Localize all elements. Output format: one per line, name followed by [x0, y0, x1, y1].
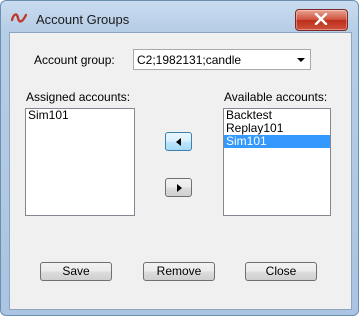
account-group-value: C2;1982131;candle — [137, 53, 242, 67]
remove-button[interactable]: Remove — [143, 262, 215, 281]
available-accounts-list[interactable]: Backtest Replay101 Sim101 — [223, 108, 331, 216]
move-to-available-button[interactable] — [165, 178, 192, 197]
account-groups-dialog: Account Groups Account group: C2;1982131… — [0, 0, 359, 316]
title-bar[interactable]: Account Groups — [1, 1, 358, 31]
window-title: Account Groups — [36, 12, 130, 27]
list-item[interactable]: Sim101 — [26, 109, 134, 122]
dialog-content: Account group: C2;1982131;candle Assigne… — [9, 32, 352, 310]
account-group-select[interactable]: C2;1982131;candle — [133, 49, 311, 70]
available-accounts-label: Available accounts: — [224, 90, 328, 104]
arrow-right-icon — [177, 184, 182, 192]
account-group-label: Account group: — [34, 53, 115, 67]
chevron-down-icon[interactable] — [297, 58, 305, 62]
list-item-selected[interactable]: Sim101 — [224, 135, 330, 148]
move-to-assigned-button[interactable] — [165, 132, 192, 151]
save-button-label: Save — [62, 264, 90, 278]
window-close-button[interactable] — [295, 9, 348, 31]
close-button[interactable]: Close — [245, 262, 317, 281]
arrow-left-icon — [176, 138, 181, 146]
remove-button-label: Remove — [156, 264, 202, 278]
assigned-accounts-label: Assigned accounts: — [26, 90, 131, 104]
app-logo-icon — [10, 11, 28, 25]
close-button-label: Close — [265, 264, 297, 278]
assigned-accounts-list[interactable]: Sim101 — [25, 108, 135, 216]
close-x-icon — [314, 13, 328, 25]
save-button[interactable]: Save — [40, 262, 112, 281]
